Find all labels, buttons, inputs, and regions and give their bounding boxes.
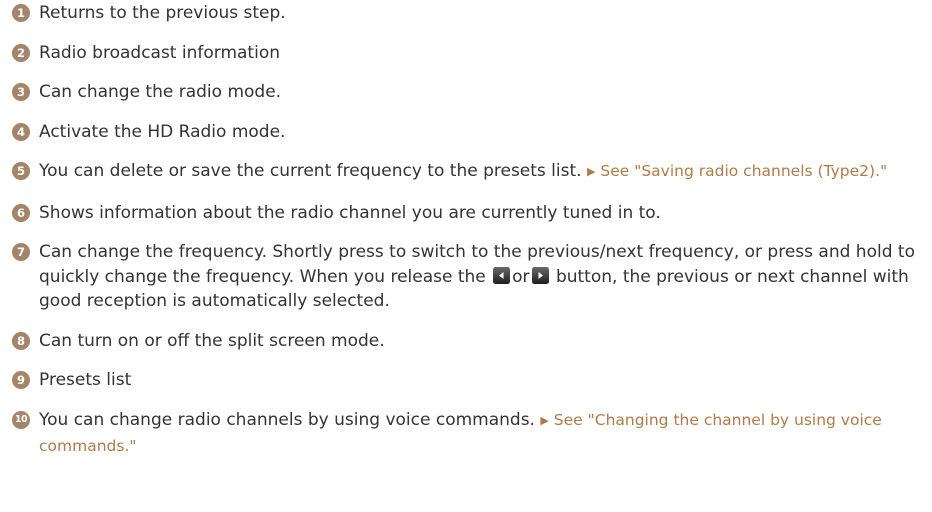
xref-arrow-icon: ▶ bbox=[586, 165, 596, 178]
list-item: 9 Presets list bbox=[12, 368, 924, 393]
list-item: 10 You can change radio channels by usin… bbox=[12, 408, 924, 459]
list-item: 3 Can change the radio mode. bbox=[12, 80, 924, 105]
list-item: 8 Can turn on or off the split screen mo… bbox=[12, 329, 924, 354]
item-text: Can change the radio mode. bbox=[39, 82, 282, 102]
callout-number-badge: 4 bbox=[12, 122, 30, 141]
callout-number-badge: 3 bbox=[12, 83, 30, 101]
item-text: Can turn on or off the split screen mode… bbox=[39, 330, 385, 351]
seek-next-icon bbox=[531, 266, 549, 284]
xref-arrow-icon: ▶ bbox=[540, 413, 549, 427]
callout-number-badge: 5 bbox=[12, 162, 30, 180]
list-item: 5 You can delete or save the current fre… bbox=[12, 159, 924, 186]
item-text: Radio broadcast information bbox=[39, 42, 280, 63]
item-text: Presets list bbox=[39, 370, 132, 390]
callout-number-badge: 10 bbox=[12, 410, 30, 429]
callout-number-badge: 9 bbox=[12, 371, 30, 389]
list-item: 4 Activate the HD Radio mode. bbox=[12, 120, 924, 145]
list-item: 6 Shows information about the radio chan… bbox=[12, 201, 924, 226]
item-text: You can delete or save the current frequ… bbox=[39, 161, 582, 181]
callout-number-badge: 8 bbox=[12, 331, 30, 350]
list-item: 2 Radio broadcast information bbox=[12, 41, 924, 66]
cross-reference-link[interactable]: ▶ See "Saving radio channels (Type2)." bbox=[587, 162, 887, 180]
callout-number-badge: 2 bbox=[12, 43, 30, 62]
callout-number-badge: 7 bbox=[12, 243, 30, 261]
item-text: You can change radio channels by using v… bbox=[39, 409, 535, 430]
seek-previous-icon bbox=[493, 266, 511, 284]
cross-reference-text: See "Saving radio channels (Type2)." bbox=[600, 162, 888, 180]
list-item: 7 Can change the frequency. Shortly pres… bbox=[12, 240, 924, 314]
or-text: or bbox=[512, 266, 530, 287]
item-text: Activate the HD Radio mode. bbox=[39, 121, 286, 142]
item-text: Returns to the previous step. bbox=[39, 3, 286, 23]
list-item: 1 Returns to the previous step. bbox=[12, 1, 924, 26]
callout-number-badge: 6 bbox=[12, 203, 30, 222]
item-text: Shows information about the radio channe… bbox=[39, 202, 661, 223]
callout-list: 1 Returns to the previous step. 2 Radio … bbox=[12, 1, 924, 459]
callout-number-badge: 1 bbox=[12, 4, 30, 22]
